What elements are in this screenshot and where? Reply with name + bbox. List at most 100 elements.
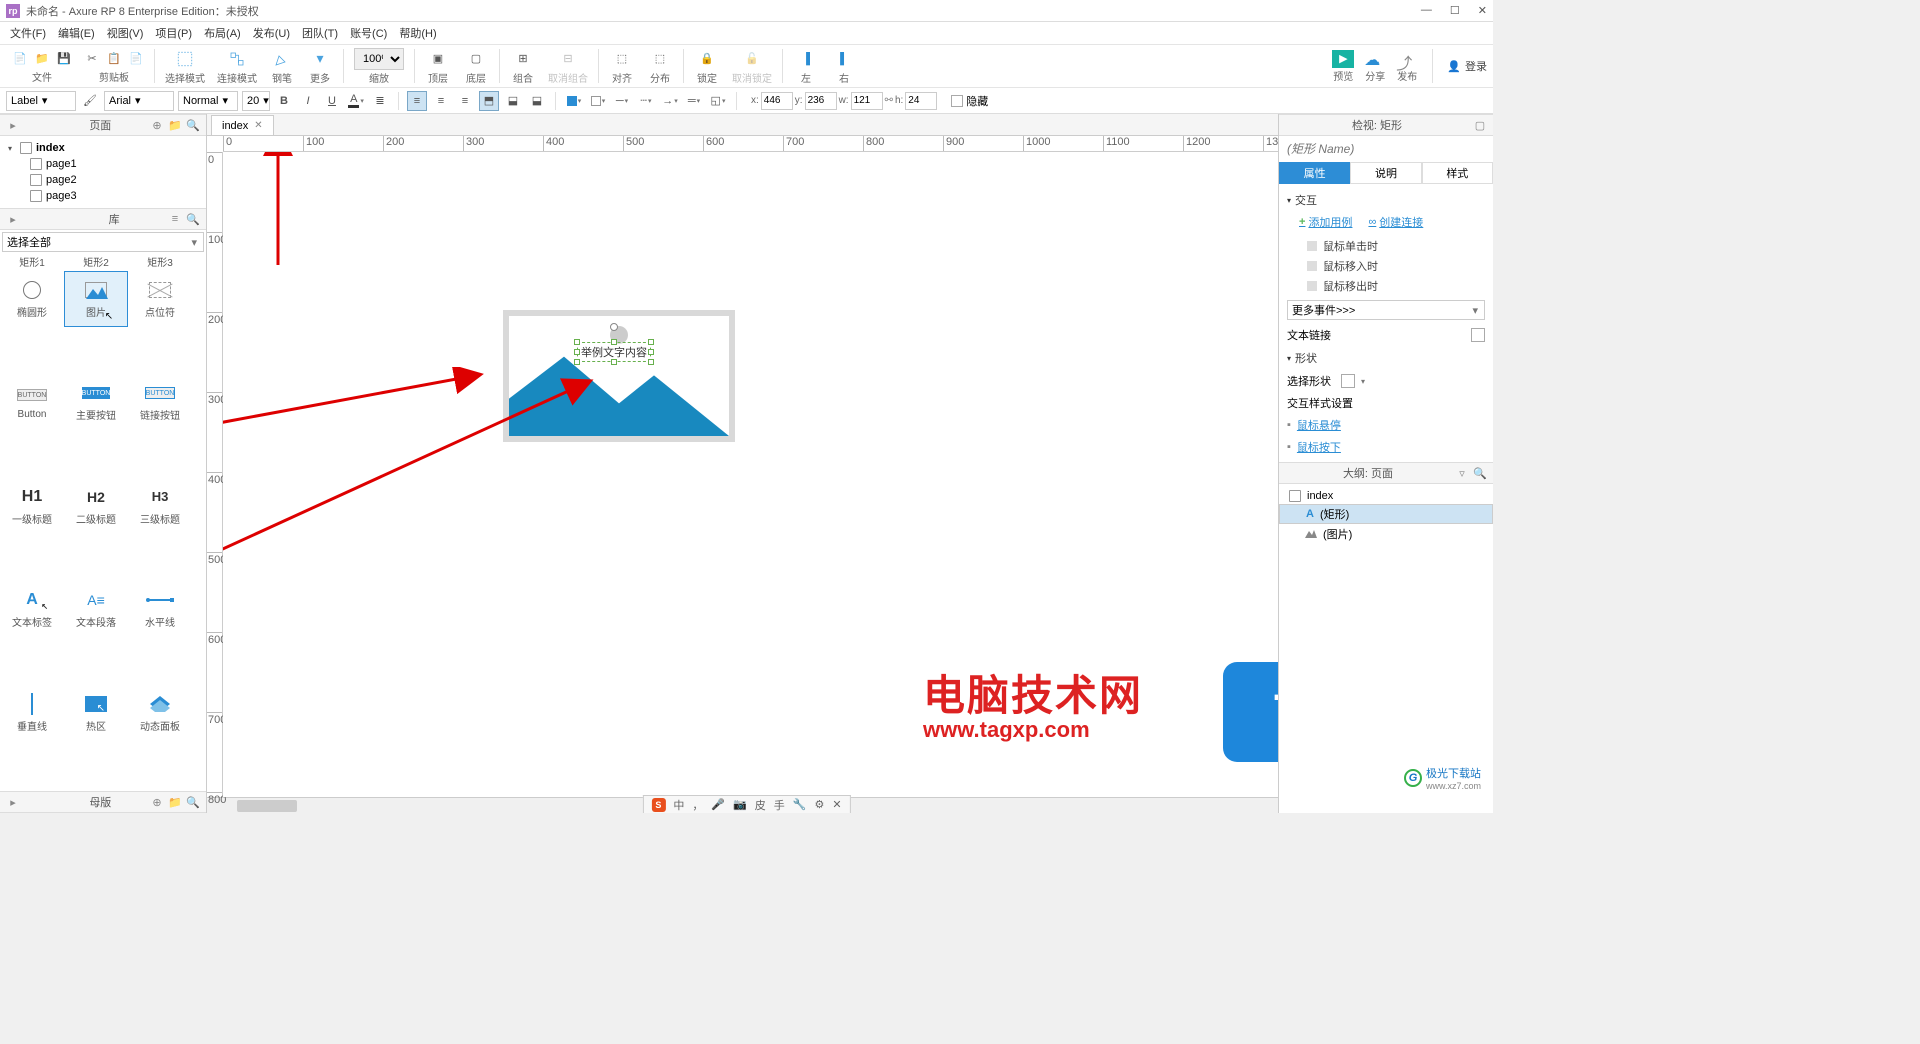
link-wh-icon[interactable]: ⚯ [885,95,893,106]
line-style-button[interactable]: ┄▾ [636,91,656,111]
distribute-button[interactable]: ⬚分布 [647,48,673,85]
h-input[interactable] [905,92,937,110]
search-icon[interactable]: 🔍 [186,795,200,809]
tree-item-page1[interactable]: page1 [0,156,206,172]
login-button[interactable]: 👤登录 [1447,58,1487,74]
widget-primary-button[interactable]: BUTTON主要按钮 [64,375,128,431]
italic-button[interactable]: I [298,91,318,111]
select-mode-button[interactable]: 选择模式 [165,48,205,85]
widget-name-input[interactable] [1287,142,1485,156]
border-color-button[interactable]: ▾ [588,91,608,111]
outline-item-shape[interactable]: A(矩形) [1279,504,1493,524]
menu-view[interactable]: 视图(V) [103,23,148,43]
group-button[interactable]: ⊞组合 [510,48,536,85]
library-select[interactable]: 选择全部 [2,232,204,252]
tree-item-index[interactable]: ▾ index [0,140,206,156]
event-click[interactable]: 鼠标单击时 [1287,236,1485,256]
widget-hotspot[interactable]: 热区 [64,685,128,741]
tab-notes[interactable]: 说明 [1350,162,1421,184]
widget-vline[interactable]: 垂直线 [0,685,64,741]
widget-hline[interactable]: 水平线 [128,582,192,638]
menu-edit[interactable]: 编辑(E) [54,23,99,43]
tree-item-page3[interactable]: page3 [0,188,206,204]
more-button[interactable]: ▾ 更多 [307,48,333,85]
widget-h3[interactable]: H3三级标题 [128,478,192,534]
widget-dynamic-panel[interactable]: 动态面板 [128,685,192,741]
bring-front-button[interactable]: ▣顶层 [425,48,451,85]
canvas[interactable]: 举例文字内容 电脑技术网 www.tagxp.com TAG [223,152,1278,797]
outline-item-index[interactable]: index [1279,488,1493,504]
text-color-button[interactable]: A▾ [346,91,366,111]
align-left-text-button[interactable]: ≡ [407,91,427,111]
zoom-select[interactable]: 100% [354,48,404,70]
tab-style[interactable]: 样式 [1422,162,1493,184]
arrow-style-button[interactable]: →▾ [660,91,680,111]
tab-index[interactable]: index ✕ [211,115,274,135]
preview-button[interactable]: ▶预览 [1332,50,1354,83]
pen-button[interactable]: 钢笔 [269,48,295,85]
connect-mode-button[interactable]: 连接模式 [217,48,257,85]
more-events-select[interactable]: 更多事件>>> [1287,300,1485,320]
menu-team[interactable]: 团队(T) [298,23,342,43]
filter-icon[interactable]: ▿ [1455,466,1469,480]
widget-ellipse[interactable]: 椭圆形 [0,271,64,327]
y-input[interactable] [805,92,837,110]
font-weight-select[interactable]: Normal▾ [178,91,238,111]
fill-color-button[interactable]: ▾ [564,91,584,111]
hover-style-link[interactable]: 鼠标悬停 [1297,417,1341,433]
lock-button[interactable]: 🔒锁定 [694,48,720,85]
paste-icon[interactable]: 📄 [126,48,146,68]
add-folder-icon[interactable]: 📁 [168,795,182,809]
font-select[interactable]: Arial▾ [104,91,174,111]
widget-h2[interactable]: H2二级标题 [64,478,128,534]
panel-toggle-icon[interactable]: ▸ [6,212,20,226]
align-left-button[interactable]: ▐左 [793,48,819,85]
image-widget[interactable] [503,310,735,442]
text-link-button[interactable] [1471,328,1485,342]
search-icon[interactable]: 🔍 [1473,466,1487,480]
widget-link-button[interactable]: BUTTON链接按钮 [128,375,192,431]
add-master-icon[interactable]: ⊕ [150,795,164,809]
pressed-style-link[interactable]: 鼠标按下 [1297,439,1341,455]
menu-layout[interactable]: 布局(A) [200,23,245,43]
widget-image[interactable]: 图片↖ [64,271,128,327]
save-file-icon[interactable]: 💾 [54,48,74,68]
outline-item-image[interactable]: (图片) [1279,524,1493,544]
menu-file[interactable]: 文件(F) [6,23,50,43]
maximize-icon[interactable]: ☐ [1450,4,1460,17]
add-case-link[interactable]: +添加用例 [1299,214,1352,230]
text-widget[interactable]: 举例文字内容 [577,342,651,362]
font-size-select[interactable]: 20▾ [242,91,270,111]
corner-button[interactable]: ◱▾ [708,91,728,111]
x-input[interactable] [761,92,793,110]
shape-select-button[interactable] [1341,374,1355,388]
ungroup-button[interactable]: ⊟取消组合 [548,48,588,85]
new-file-icon[interactable]: 📄 [10,48,30,68]
share-button[interactable]: ☁分享 [1364,50,1386,83]
event-mouseleave[interactable]: 鼠标移出时 [1287,276,1485,296]
panel-toggle-icon[interactable]: ▸ [6,118,20,132]
widget-button[interactable]: BUTTONButton [0,375,64,431]
widget-paragraph[interactable]: A≡文本段落 [64,582,128,638]
publish-button[interactable]: ⤴发布 [1396,50,1418,83]
ime-toolbar[interactable]: S 中 ， 🎤 📷 皮 手 🔧 ⚙ ✕ [642,795,850,813]
inspector-page-icon[interactable]: ▢ [1473,118,1487,132]
minimize-icon[interactable]: — [1421,4,1432,17]
send-back-button[interactable]: ▢底层 [463,48,489,85]
paint-format-icon[interactable]: 🖌 [80,91,100,111]
copy-icon[interactable]: 📋 [104,48,124,68]
tree-item-page2[interactable]: page2 [0,172,206,188]
rotate-handle-icon[interactable] [610,323,618,331]
close-icon[interactable]: ✕ [1478,4,1487,17]
align-bottom-button[interactable]: ⬓ [527,91,547,111]
widget-style-select[interactable]: Label▾ [6,91,76,111]
menu-help[interactable]: 帮助(H) [395,23,440,43]
align-middle-button[interactable]: ⬓ [503,91,523,111]
underline-button[interactable]: U [322,91,342,111]
menu-publish[interactable]: 发布(U) [249,23,294,43]
widget-h1[interactable]: H1一级标题 [0,478,64,534]
event-mouseenter[interactable]: 鼠标移入时 [1287,256,1485,276]
section-shape[interactable]: ▾形状 [1287,346,1485,370]
align-top-button[interactable]: ⬒ [479,91,499,111]
panel-toggle-icon[interactable]: ▸ [6,795,20,809]
